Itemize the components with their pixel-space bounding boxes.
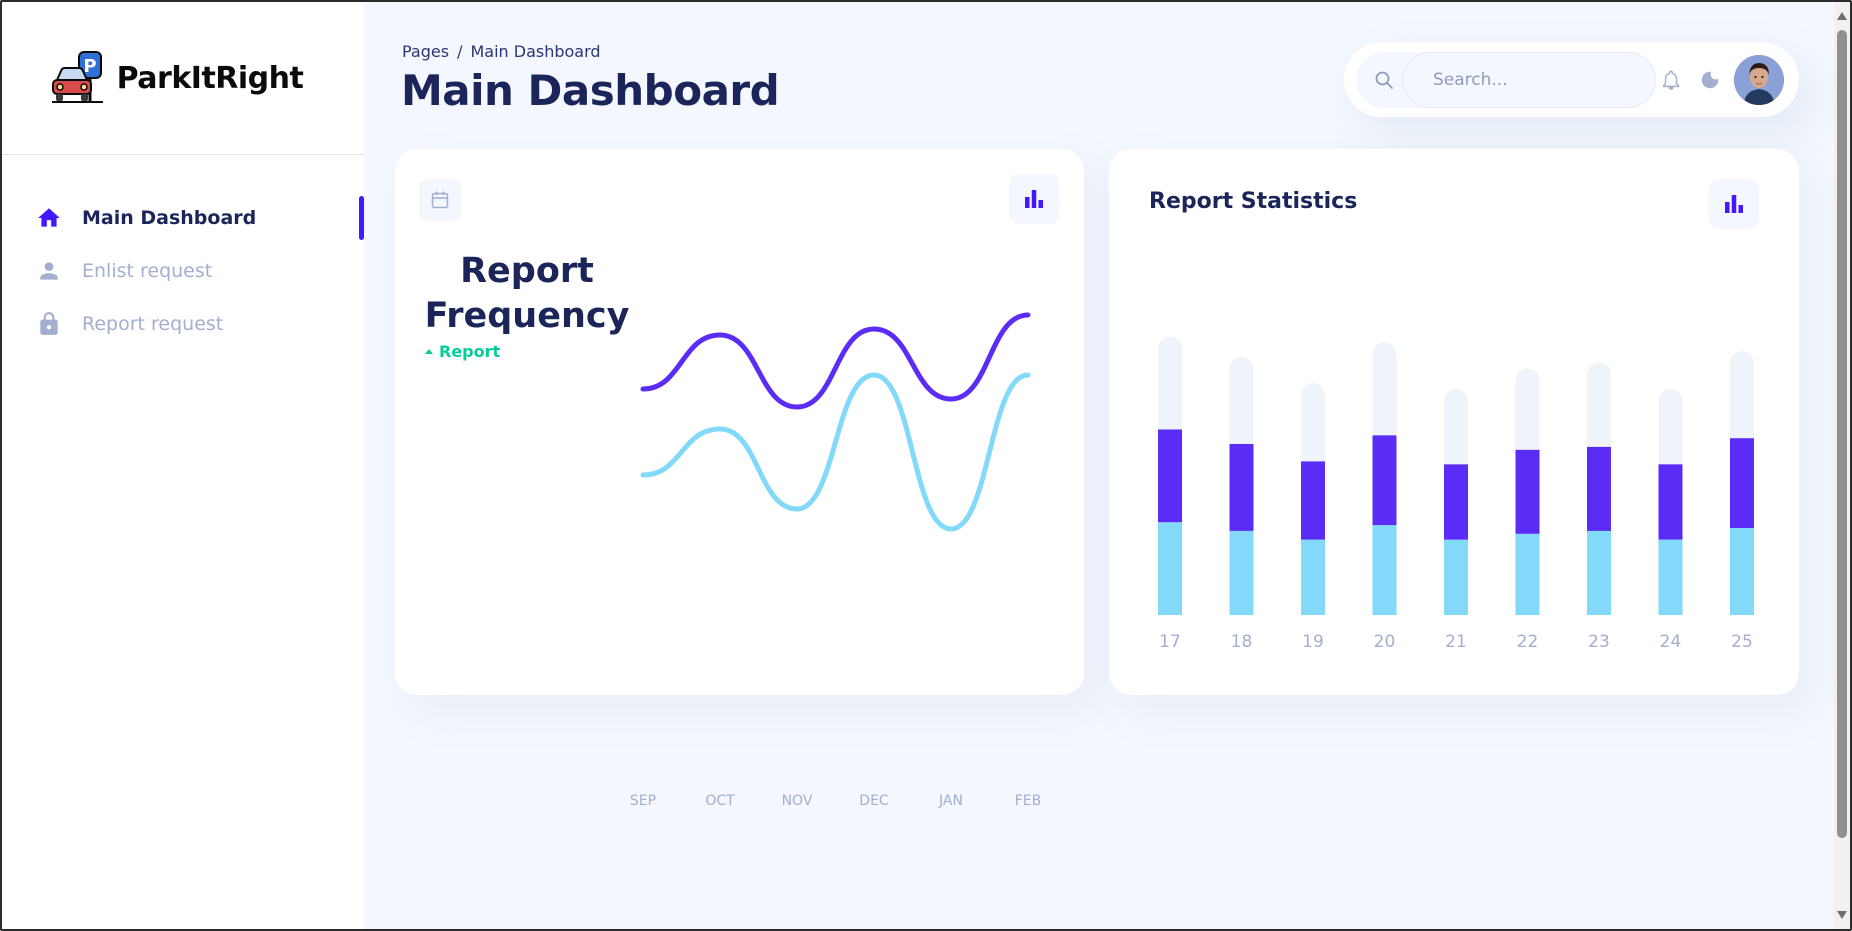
scroll-thumb[interactable] <box>1837 30 1847 838</box>
x-tick-label: 20 <box>1374 632 1396 652</box>
sidebar: P ParkItRight Main Dashboard Enlist requ… <box>2 2 364 929</box>
search-box <box>1356 52 1656 108</box>
scroll-down-arrow-icon[interactable] <box>1837 911 1847 919</box>
calendar-button[interactable] <box>419 179 461 221</box>
bar-segment <box>1158 429 1182 523</box>
bar-segment <box>1372 435 1397 526</box>
bell-icon[interactable] <box>1660 69 1682 91</box>
search-input[interactable] <box>1403 53 1655 107</box>
bar-segment <box>1301 383 1325 462</box>
x-tick-label: 22 <box>1517 632 1539 652</box>
bar-segment <box>1158 522 1182 615</box>
chart-options-button[interactable] <box>1009 174 1059 224</box>
bar-segment <box>1229 356 1254 444</box>
bar-segment <box>1587 362 1611 447</box>
report-statistics-bar-chart: 17 18 19 20 21 22 23 24 25 <box>1158 336 1754 652</box>
breadcrumb-root-link[interactable]: Pages <box>402 42 449 61</box>
x-tick-label: 21 <box>1445 632 1467 652</box>
breadcrumb-separator: / <box>457 42 463 61</box>
x-tick-label: FEB <box>1015 793 1042 809</box>
line-series-2 <box>640 372 1031 532</box>
topbar <box>1344 42 1799 117</box>
x-tick-label: 18 <box>1231 632 1253 652</box>
bar-segment <box>1658 539 1683 615</box>
bar-segment <box>1372 525 1397 615</box>
bar-segment <box>1730 528 1754 615</box>
x-tick-label: 24 <box>1660 632 1682 652</box>
svg-text:P: P <box>83 56 96 77</box>
x-tick-label: 23 <box>1588 632 1610 652</box>
sidebar-item-enlist-request[interactable]: Enlist request <box>2 244 364 297</box>
lock-icon <box>36 311 62 337</box>
bar-segment <box>1515 533 1540 615</box>
bar-segment <box>1301 461 1325 540</box>
avatar[interactable] <box>1734 55 1784 105</box>
home-icon <box>36 205 62 231</box>
bar-segment <box>1587 446 1611 531</box>
scroll-up-arrow-icon[interactable] <box>1837 12 1847 20</box>
trend-indicator: Report <box>425 342 500 361</box>
bar-segment <box>1730 351 1754 439</box>
search-icon[interactable] <box>1374 70 1394 90</box>
report-frequency-title: Report Frequency <box>424 251 630 336</box>
sidebar-item-main-dashboard[interactable]: Main Dashboard <box>2 191 364 244</box>
bar-segment <box>1229 443 1254 531</box>
bar-chart-icon <box>1025 190 1043 208</box>
x-tick-label: SEP <box>630 793 656 809</box>
sidebar-item-label: Main Dashboard <box>82 206 257 229</box>
report-statistics-card: Report Statistics 17 18 19 20 21 22 23 24 25 <box>1109 149 1799 695</box>
bar-segment <box>1229 530 1254 615</box>
sidebar-item-label: Enlist request <box>82 259 213 282</box>
brand[interactable]: P ParkItRight <box>2 2 364 155</box>
bar-segment <box>1658 388 1683 465</box>
bar-segment <box>1158 336 1182 430</box>
x-tick-label: 25 <box>1731 632 1753 652</box>
bar-segment <box>1658 464 1683 540</box>
sidebar-nav: Main Dashboard Enlist request Report req… <box>2 191 364 350</box>
sidebar-item-report-request[interactable]: Report request <box>2 297 364 350</box>
bar-segment <box>1444 539 1468 615</box>
breadcrumb-current[interactable]: Main Dashboard <box>470 42 600 61</box>
report-frequency-card: Report Frequency Report SEP OCT NOV DEC JAN F… <box>395 149 1084 809</box>
search-input-wrapper <box>1402 52 1656 108</box>
x-tick-label: JAN <box>938 793 963 809</box>
bar-segment <box>1444 388 1468 465</box>
calendar-icon <box>431 191 449 209</box>
bar-segment <box>1515 368 1540 450</box>
sidebar-item-label: Report request <box>82 312 224 335</box>
x-tick-label: 19 <box>1302 632 1324 652</box>
trend-label: Report <box>439 342 501 361</box>
line-series-1 <box>640 312 1031 410</box>
x-tick-label: NOV <box>782 793 813 809</box>
parking-car-logo-icon: P <box>51 51 103 103</box>
bar-segment <box>1444 464 1468 540</box>
trend-up-arrow-icon <box>425 349 433 354</box>
bar-segment <box>1301 539 1325 615</box>
bar-segment <box>1730 438 1754 528</box>
moon-icon[interactable] <box>1699 69 1721 91</box>
bar-segment <box>1587 530 1611 615</box>
x-tick-label: OCT <box>705 793 735 809</box>
bar-segment <box>1515 449 1540 534</box>
x-tick-label: DEC <box>859 793 889 809</box>
report-frequency-line-chart: SEP OCT NOV DEC JAN FEB <box>630 312 1041 809</box>
page-title: Main Dashboard <box>401 66 780 115</box>
bar-segment <box>1372 342 1397 436</box>
brand-name: ParkItRight <box>116 60 304 96</box>
person-icon <box>36 258 62 284</box>
x-tick-label: 17 <box>1159 632 1181 652</box>
window-scrollbar[interactable] <box>1834 2 1850 929</box>
breadcrumb: Pages / Main Dashboard <box>402 42 601 61</box>
active-indicator <box>359 196 364 240</box>
